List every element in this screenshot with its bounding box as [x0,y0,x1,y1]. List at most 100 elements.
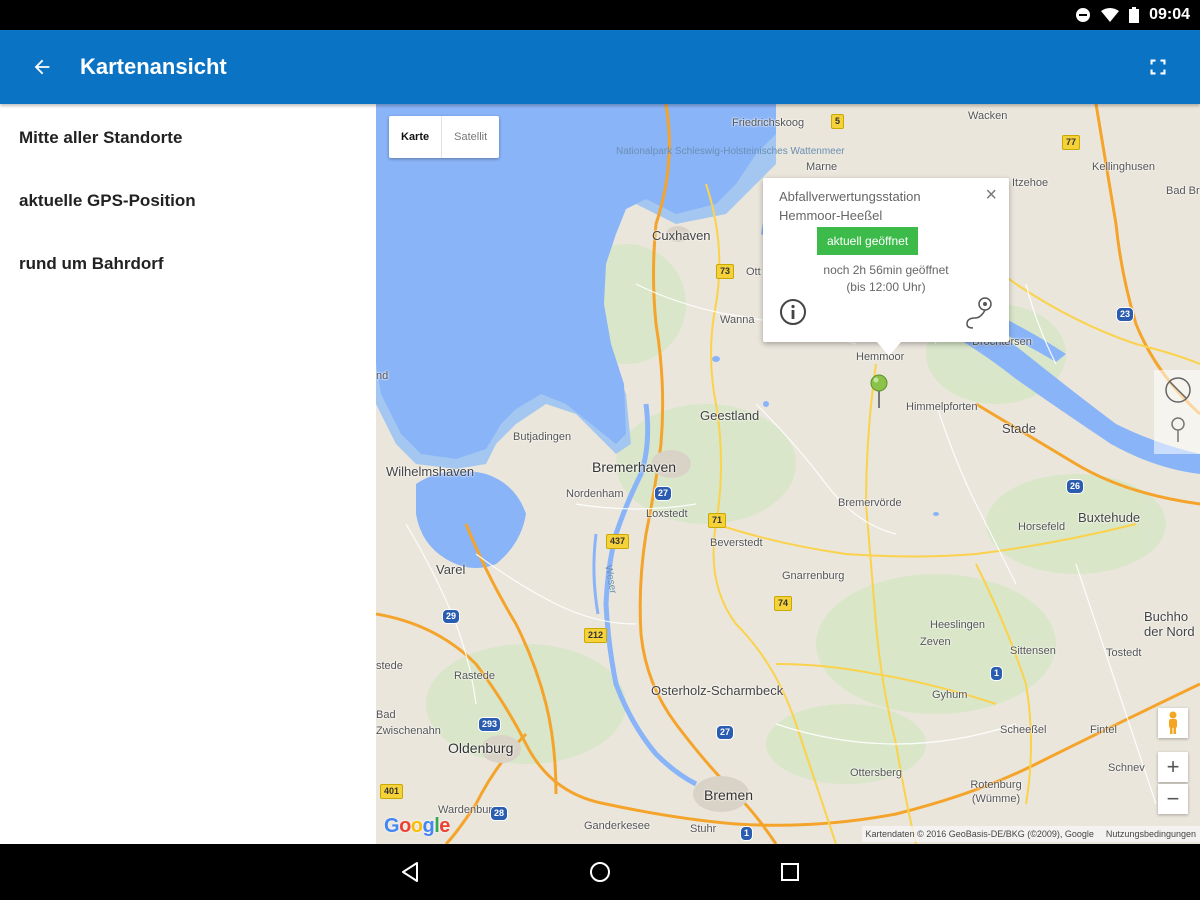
map-label-cuxhaven: Cuxhaven [652,228,711,243]
back-button[interactable] [20,45,64,89]
road-shield: 23 [1116,307,1135,322]
list-item-center-all[interactable]: Mitte aller Standorte [0,106,376,169]
opening-hours-until: (bis 12:00 Uhr) [846,280,926,294]
map-label-marne: Marne [806,161,838,173]
road-shield: 26 [1066,479,1085,494]
map-label-gnarrenburg: Gnarrenburg [782,570,845,582]
opening-hours: noch 2h 56min geöffnet (bis 12:00 Uhr) [763,262,1009,296]
map-type-map-button[interactable]: Karte [389,116,441,158]
list-item-gps-position[interactable]: aktuelle GPS-Position [0,169,376,232]
wifi-icon [1101,8,1120,22]
road-shield: 1 [990,666,1004,681]
road-shield: 28 [490,806,509,821]
page-title: Kartenansicht [80,54,227,79]
map-label-stuhr: Stuhr [690,823,717,835]
map-label-bremerhaven: Bremerhaven [592,459,677,475]
nav-recents-button[interactable] [774,856,806,888]
map-label-wanna: Wanna [720,314,755,326]
map-label-zeven: Zeven [920,636,951,648]
map-label-oldenburg: Oldenburg [448,740,514,756]
status-bar: 09:04 [0,0,1200,30]
zoom-in-button[interactable]: + [1158,752,1188,782]
zoom-out-button[interactable]: − [1158,784,1188,814]
status-badge: aktuell geöffnet [817,227,919,255]
map-label-fintel: Fintel [1090,724,1117,736]
map-label-schneverdingen: Schnev [1108,762,1145,774]
map-label-gyhum: Gyhum [932,689,968,701]
map-label-friedrichskoog: Friedrichskoog [732,117,805,129]
road-shield: 27 [654,486,673,501]
map-label-kellinghusen: Kellinghusen [1092,161,1155,173]
app-bar: Kartenansicht [0,30,1200,104]
minus-circle-icon [1076,8,1091,22]
road-shield: 74 [774,596,793,611]
map-label-buchholz: Buchho der Nord [1144,609,1195,639]
map-label-heeslingen: Heeslingen [930,619,986,631]
location-marker-icon[interactable] [869,374,889,408]
info-icon[interactable] [779,298,807,326]
map-type-satellite-button[interactable]: Satellit [441,116,499,158]
road-shield: 27 [716,725,735,740]
map-label-ottersberg: Ottersberg [850,767,902,779]
map-label-himmelpforten: Himmelpforten [906,401,978,413]
arrow-back-icon [34,59,50,75]
map-label-bad-zwischenahn: Bad Zwischenahn [376,709,441,737]
map-label-stede: stede [376,660,403,672]
map-label-buxtehude: Buxtehude [1078,510,1141,525]
map-label-beverstedt: Beverstedt [710,537,763,549]
attribution-text: Kartendaten © 2016 GeoBasis-DE/BKG (©200… [865,829,1094,839]
battery-icon [1129,7,1140,23]
compass-icon[interactable] [1164,376,1192,404]
location-list: Mitte aller Standorte aktuelle GPS-Posit… [0,104,376,844]
nav-back-button[interactable] [394,856,426,888]
map-label-bremervoerde: Bremervörde [838,497,902,509]
google-logo: Google [384,815,450,837]
nav-recents-icon [781,863,799,881]
map-label-scheessel: Scheeßel [1000,724,1047,736]
navigation-bar [0,844,1200,900]
map-view[interactable]: Friedrichskoog Wacken Nationalpark Schle… [376,104,1200,844]
pegman-button[interactable] [1158,708,1188,738]
map-label-rastede: Rastede [454,670,495,682]
road-shield: 71 [708,513,727,528]
close-icon[interactable]: × [985,184,997,207]
road-shield: 293 [478,717,502,732]
status-icons: 09:04 [1075,5,1190,25]
map-label-sittensen: Sittensen [1010,645,1056,657]
map-label-tostedt: Tostedt [1106,647,1142,659]
map-label-nd: nd [376,370,389,382]
map-label-nationalpark: Nationalpark Schleswig-Holsteinisches Wa… [616,146,845,157]
fullscreen-button[interactable] [1136,45,1180,89]
map-label-geestland: Geestland [700,408,760,423]
map-label-otterndorf: Ott [746,266,761,278]
map-label-rotenburg: Rotenburg (Wümme) [970,779,1022,805]
map-label-butjadingen: Butjadingen [513,431,572,443]
list-item-bahrdorf[interactable]: rund um Bahrdorf [0,232,376,295]
road-shield: 29 [442,609,461,624]
pegman-icon [1169,711,1177,734]
map-attribution: Kartendaten © 2016 GeoBasis-DE/BKG (©200… [861,826,1200,842]
road-shield: 1 [740,826,754,841]
nav-back-icon [402,862,418,882]
road-shield: 437 [606,534,630,549]
terms-link[interactable]: Nutzungsbedingungen [1106,829,1196,839]
road-shield: 5 [831,114,845,129]
map-label-itzehoe: Itzehoe [1012,177,1049,189]
nav-home-button[interactable] [584,856,616,888]
map-label-loxstedt: Loxstedt [646,508,688,520]
map-label-nordenham: Nordenham [566,488,624,500]
opening-hours-remaining: noch 2h 56min geöffnet [823,263,949,277]
nav-home-icon [590,862,610,882]
route-icon[interactable] [961,296,995,330]
location-pin-icon[interactable] [1168,416,1188,444]
road-shield: 212 [584,628,608,643]
map-label-horsefeld: Horsefeld [1018,521,1066,533]
road-shield: 401 [380,784,404,799]
status-time: 09:04 [1149,6,1190,23]
map-label-wilhelmshaven: Wilhelmshaven [386,464,475,479]
map-label-varel: Varel [436,562,466,577]
map-label-bad-bramstedt: Bad Bra [1166,185,1200,197]
road-shield: 77 [1062,135,1081,150]
map-label-ganderkesee: Ganderkesee [584,820,651,832]
info-window: Abfallverwertungsstation Hemmoor-Heeßel … [763,178,1009,356]
